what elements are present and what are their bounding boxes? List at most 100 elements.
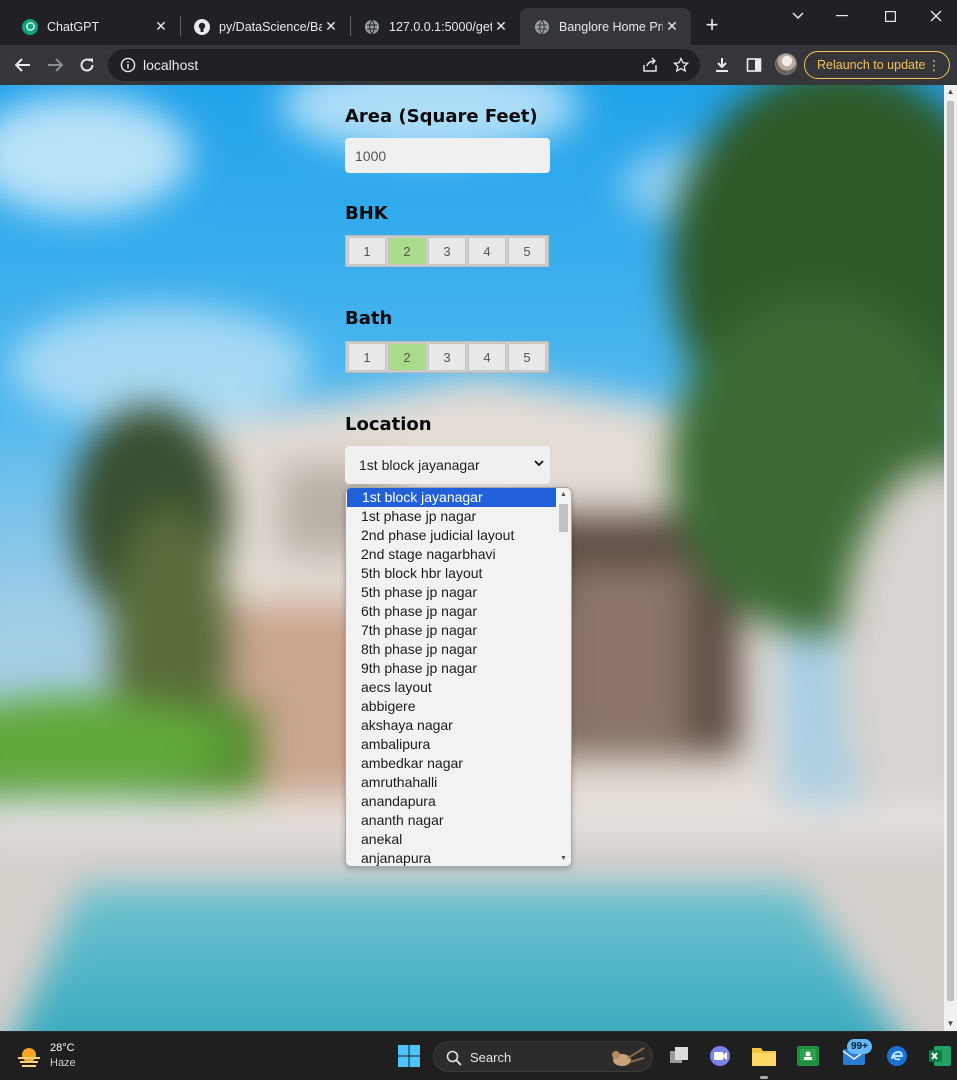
close-icon[interactable]: ✕: [492, 18, 510, 36]
location-label: Location: [345, 414, 432, 435]
download-icon[interactable]: [710, 53, 734, 77]
bhk-option-4[interactable]: 4: [468, 237, 506, 265]
windows-taskbar: 28°C Haze Search 99+: [0, 1031, 957, 1080]
tab-banglore-home-price[interactable]: Banglore Home Pri ✕: [520, 8, 691, 45]
location-option[interactable]: anjanapura: [346, 849, 557, 866]
search-icon: [446, 1050, 462, 1066]
bhk-option-5[interactable]: 5: [508, 237, 546, 265]
location-option[interactable]: abbigere: [346, 697, 557, 716]
location-option[interactable]: aecs layout: [346, 678, 557, 697]
bookmark-star-icon[interactable]: [671, 55, 691, 75]
location-option[interactable]: 6th phase jp nagar: [346, 602, 557, 621]
close-icon[interactable]: ✕: [152, 18, 170, 36]
window-close-icon[interactable]: [916, 4, 956, 28]
classroom-app-icon[interactable]: [794, 1042, 822, 1070]
excel-icon[interactable]: [926, 1042, 954, 1070]
dropdown-scroll-thumb[interactable]: [559, 504, 568, 532]
location-option[interactable]: anandapura: [346, 792, 557, 811]
mail-notification-badge: 99+: [847, 1039, 872, 1054]
bird-search-highlight-icon: [612, 1047, 645, 1066]
profile-avatar[interactable]: [775, 53, 797, 75]
location-option[interactable]: ananth nagar: [346, 811, 557, 830]
bhk-label: BHK: [345, 203, 388, 224]
teams-meet-icon[interactable]: [706, 1042, 734, 1070]
bhk-radio-group: 1 2 3 4 5: [345, 235, 549, 267]
location-select[interactable]: 1st block jayanagar: [345, 446, 550, 484]
new-tab-button[interactable]: +: [701, 14, 723, 37]
globe-icon: [534, 19, 550, 35]
location-option[interactable]: 2nd phase judicial layout: [346, 526, 557, 545]
more-menu-icon[interactable]: ⋮: [927, 57, 941, 73]
github-icon: [194, 18, 210, 35]
weather-condition: Haze: [50, 1057, 76, 1069]
location-option[interactable]: 7th phase jp nagar: [346, 621, 557, 640]
maximize-icon[interactable]: [870, 4, 910, 28]
tab-strip: ChatGPT ✕ py/DataScience/Ban ✕ 127.0.0.1…: [0, 0, 957, 45]
chatgpt-icon: [22, 18, 38, 35]
reload-icon[interactable]: [75, 53, 99, 77]
scroll-up-arrow-icon[interactable]: ▲: [556, 488, 571, 502]
relaunch-to-update-button[interactable]: Relaunch to update ⋮: [804, 51, 950, 79]
task-view-icon[interactable]: [665, 1042, 693, 1070]
location-option[interactable]: 5th phase jp nagar: [346, 583, 557, 602]
bath-option-3[interactable]: 3: [428, 343, 466, 371]
tab-title: 127.0.0.1:5000/get_: [389, 19, 492, 34]
tab-localhost-get[interactable]: 127.0.0.1:5000/get_ ✕: [350, 8, 520, 45]
price-form: Area (Square Feet) 1000 BHK 1 2 3 4 5 Ba…: [0, 85, 944, 1031]
weather-widget[interactable]: 28°C Haze: [16, 1042, 126, 1072]
taskbar-search[interactable]: Search: [433, 1041, 653, 1072]
bhk-option-2[interactable]: 2: [388, 237, 426, 265]
chevron-down-icon: [534, 460, 544, 467]
bath-option-5[interactable]: 5: [508, 343, 546, 371]
url-text: localhost: [143, 57, 199, 73]
area-input[interactable]: 1000: [345, 138, 550, 173]
page-scrollbar[interactable]: ▲ ▼: [944, 85, 957, 1031]
windows-start-icon[interactable]: [395, 1042, 423, 1070]
site-info-icon[interactable]: [120, 57, 136, 73]
location-option[interactable]: anekal: [346, 830, 557, 849]
location-option[interactable]: 8th phase jp nagar: [346, 640, 557, 659]
share-icon[interactable]: [640, 55, 660, 75]
location-option[interactable]: 2nd stage nagarbhavi: [346, 545, 557, 564]
bath-option-4[interactable]: 4: [468, 343, 506, 371]
page-viewport: Area (Square Feet) 1000 BHK 1 2 3 4 5 Ba…: [0, 85, 944, 1031]
side-panel-icon[interactable]: [742, 53, 766, 77]
close-icon[interactable]: ✕: [322, 18, 340, 36]
close-icon[interactable]: ✕: [663, 18, 681, 36]
minimize-icon[interactable]: [822, 4, 862, 28]
location-option[interactable]: 9th phase jp nagar: [346, 659, 557, 678]
browser-toolbar: localhost Relaunch to update ⋮: [0, 45, 957, 85]
location-option[interactable]: 1st phase jp nagar: [346, 507, 557, 526]
address-bar[interactable]: localhost: [108, 49, 700, 81]
tab-search-chevron-icon[interactable]: [778, 4, 818, 28]
tab-chatgpt[interactable]: ChatGPT ✕: [8, 8, 180, 45]
edge-copilot-icon[interactable]: [883, 1042, 911, 1070]
area-label: Area (Square Feet): [345, 106, 538, 127]
weather-temperature: 28°C: [50, 1042, 75, 1054]
scroll-up-arrow-icon[interactable]: ▲: [944, 85, 957, 99]
tab-title: ChatGPT: [47, 19, 100, 34]
file-explorer-icon[interactable]: [750, 1042, 778, 1070]
bhk-option-1[interactable]: 1: [348, 237, 386, 265]
bath-label: Bath: [345, 308, 393, 329]
globe-icon: [364, 19, 380, 35]
forward-arrow-icon[interactable]: [43, 53, 67, 77]
page-scroll-thumb[interactable]: [947, 101, 954, 1001]
location-option[interactable]: 1st block jayanagar: [347, 488, 557, 507]
bath-option-1[interactable]: 1: [348, 343, 386, 371]
bhk-option-3[interactable]: 3: [428, 237, 466, 265]
bath-option-2[interactable]: 2: [388, 343, 426, 371]
bath-radio-group: 1 2 3 4 5: [345, 341, 549, 373]
dropdown-scrollbar[interactable]: ▲ ▼: [556, 488, 571, 866]
relaunch-label: Relaunch to update: [817, 58, 926, 72]
location-option[interactable]: ambedkar nagar: [346, 754, 557, 773]
tab-github[interactable]: py/DataScience/Ban ✕: [180, 8, 350, 45]
scroll-down-arrow-icon[interactable]: ▼: [944, 1017, 957, 1031]
search-label: Search: [470, 1050, 512, 1065]
location-option[interactable]: ambalipura: [346, 735, 557, 754]
location-option[interactable]: amruthahalli: [346, 773, 557, 792]
scroll-down-arrow-icon[interactable]: ▼: [556, 852, 571, 866]
location-option[interactable]: 5th block hbr layout: [346, 564, 557, 583]
back-arrow-icon[interactable]: [11, 53, 35, 77]
location-option[interactable]: akshaya nagar: [346, 716, 557, 735]
